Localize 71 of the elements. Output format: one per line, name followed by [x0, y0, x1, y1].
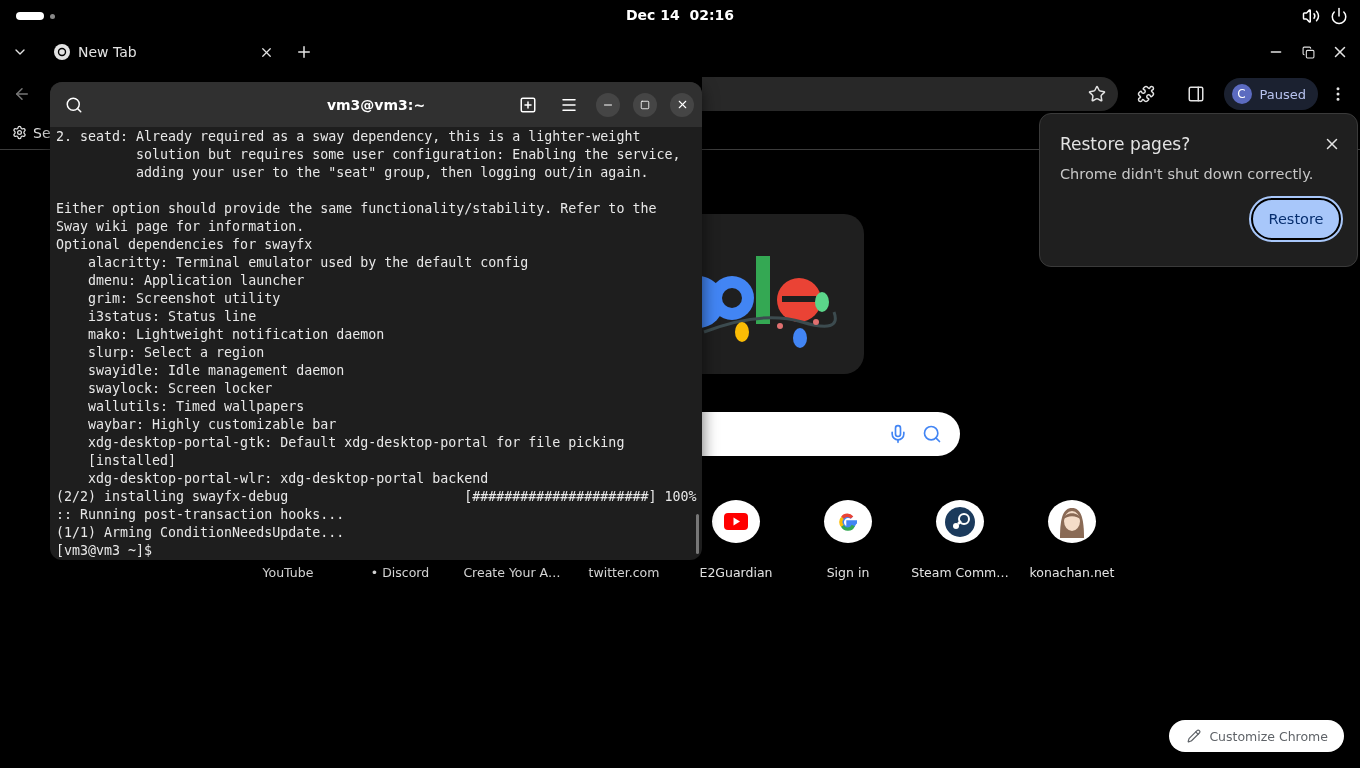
terminal-line: :: Running post-transaction hooks...: [56, 506, 346, 524]
avatar-icon: [1057, 505, 1087, 538]
steam-logo-icon: [945, 506, 975, 537]
terminal-line: slurp: Select a region: [87, 344, 266, 362]
profile-avatar[interactable]: C: [1231, 84, 1252, 104]
shortcut-label[interactable]: twitter.com: [588, 565, 660, 580]
search-field[interactable]: [702, 412, 960, 456]
doodle-card[interactable]: [702, 214, 864, 374]
restore-icon[interactable]: [1301, 45, 1315, 59]
pencil-icon: [1187, 729, 1202, 743]
bookmark-star-icon[interactable]: [1087, 85, 1106, 103]
microphone-icon[interactable]: [888, 424, 908, 444]
terminal-line: dmenu: Application launcher: [87, 272, 306, 290]
terminal-line: swaylock: Screen locker: [87, 380, 274, 398]
gear-icon[interactable]: [12, 125, 27, 140]
shortcut-tile[interactable]: [1048, 500, 1096, 543]
popup-title: Restore pages?: [1060, 134, 1191, 154]
terminal-line: (1/1) Arming ConditionNeedsUpdate...: [56, 524, 346, 542]
shortcut-label[interactable]: Sign in: [826, 565, 870, 580]
terminal-line: Either option should provide the same functionality/stability. Refer to the: [56, 200, 658, 218]
shortcut-tile[interactable]: [712, 500, 760, 543]
terminal-line: alacritty: Terminal emulator used by the default config: [87, 254, 530, 272]
terminal-line: adding your user to the "seat" group, then logging out/in again.: [135, 164, 650, 182]
shortcut-tile[interactable]: [936, 500, 984, 543]
terminal-line: Optional dependencies for swayfx: [56, 236, 314, 254]
lens-icon[interactable]: [922, 424, 942, 444]
terminal-line: solution but requires some user configuration: Enabling the service,: [135, 146, 682, 164]
popup-message: Chrome didn't shut down correctly.: [1060, 166, 1315, 182]
shortcut-tile[interactable]: [824, 500, 872, 543]
terminal-line: grim: Screenshot utility: [87, 290, 282, 308]
restore-button[interactable]: Restore: [1251, 198, 1341, 240]
window-title: vm3@vm3:~: [326, 96, 426, 113]
puzzle-icon[interactable]: [1136, 85, 1155, 103]
terminal-line: mako: Lightweight notification daemon: [87, 326, 386, 344]
new-tab-icon[interactable]: [295, 43, 313, 61]
terminal-line: swayidle: Idle management daemon: [87, 362, 346, 380]
chrome-logo-icon: [54, 44, 70, 60]
minimize-button[interactable]: [596, 92, 620, 117]
terminal-line: i3status: Status line: [87, 308, 258, 326]
new-tab-icon[interactable]: [519, 95, 537, 114]
workspace-dot[interactable]: [50, 13, 55, 19]
shortcut-label[interactable]: Steam Comm…: [911, 565, 1009, 580]
shortcut-label[interactable]: Create Your A…: [463, 565, 561, 580]
shortcut-label[interactable]: YouTube: [262, 565, 314, 580]
side-panel-icon[interactable]: [1186, 85, 1205, 103]
volume-icon[interactable]: [1302, 7, 1320, 25]
activities-indicator[interactable]: [16, 12, 44, 20]
clock[interactable]: Dec 14 02:16: [625, 7, 735, 23]
scrollbar[interactable]: [696, 514, 699, 554]
profile-status: Paused: [1259, 86, 1306, 102]
bookmark-item[interactable]: Se: [33, 124, 51, 141]
shortcut-label[interactable]: konachan.net: [1029, 565, 1115, 580]
customize-chrome-button[interactable]: Customize Chrome: [1169, 720, 1344, 752]
close-button[interactable]: [670, 92, 694, 117]
shortcut-label[interactable]: E2Guardian: [699, 565, 773, 580]
terminal-line: Sway wiki page for information.: [56, 218, 306, 236]
terminal-line: waybar: Highly customizable bar: [87, 416, 338, 434]
terminal-line: xdg-desktop-portal-gtk: Default xdg-desktop-portal for file picking: [87, 434, 626, 452]
terminal-line: [vm3@vm3 ~]$: [56, 542, 154, 560]
search-icon[interactable]: [65, 95, 83, 114]
terminal-line: 2. seatd: Already required as a sway dependency, this is a lighter-weight: [56, 128, 642, 146]
maximize-button[interactable]: [633, 92, 657, 117]
power-icon[interactable]: [1330, 7, 1348, 25]
profile-chip[interactable]: C Paused: [1223, 78, 1318, 110]
terminal-line: wallutils: Timed wallpapers: [87, 398, 306, 416]
play-logo-icon: [724, 513, 748, 530]
terminal-line: xdg-desktop-portal-wlr: xdg-desktop-portal backend: [87, 470, 490, 488]
square-icon: [640, 99, 650, 110]
shortcut-label[interactable]: • Discord: [370, 565, 430, 580]
terminal-line: (2/2) installing swayfx-debug [######################] 100%: [56, 488, 696, 506]
terminal-line: [installed]: [87, 452, 178, 470]
